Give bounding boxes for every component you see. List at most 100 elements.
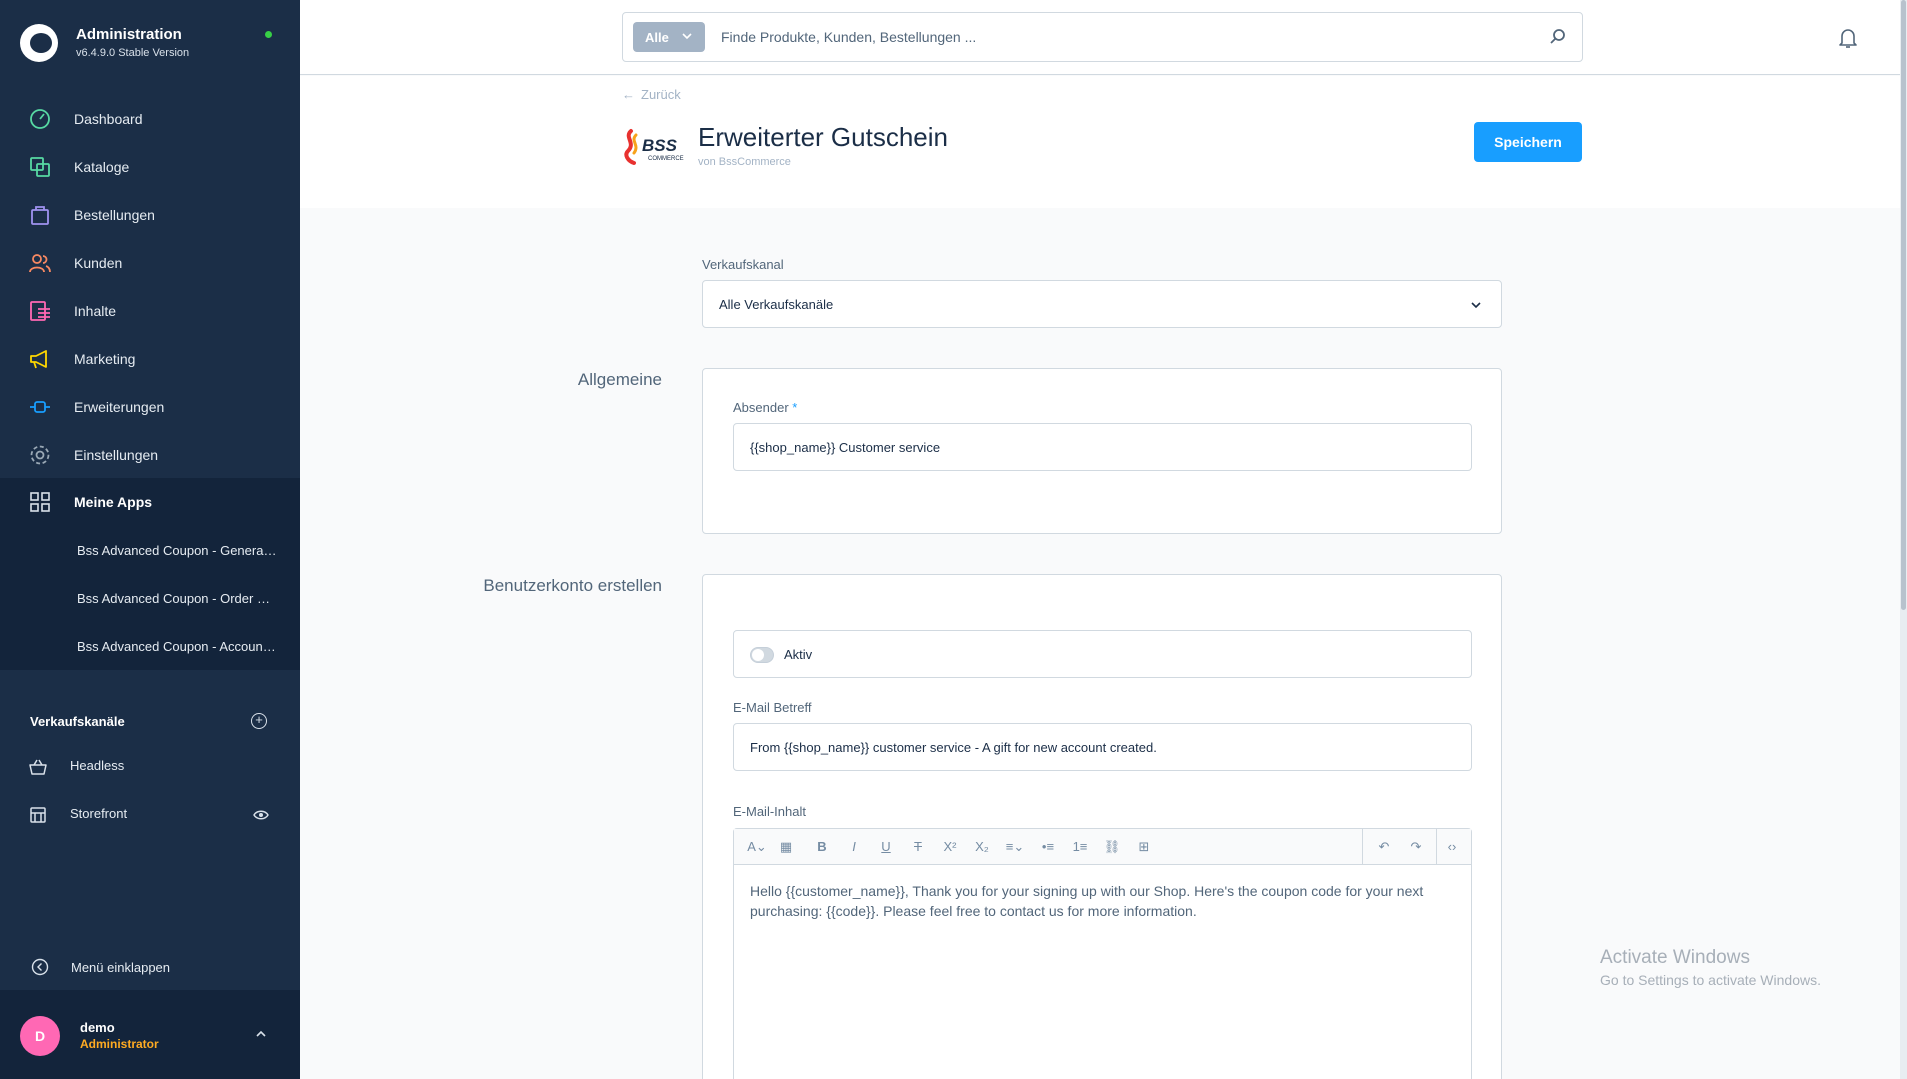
collapse-menu-button[interactable]: Menü einklappen bbox=[0, 950, 300, 984]
unordered-list-icon[interactable]: •≡ bbox=[1038, 837, 1058, 857]
sales-channel-storefront[interactable]: Storefront bbox=[0, 795, 300, 835]
bss-logo: BSS COMMERCE bbox=[622, 127, 688, 169]
subscript-icon[interactable]: X₂ bbox=[972, 837, 992, 857]
megaphone-icon bbox=[28, 347, 52, 371]
sidebar-item-label: Bestellungen bbox=[74, 207, 155, 223]
bold-icon[interactable]: B bbox=[812, 837, 832, 857]
toolbar-separator bbox=[1436, 829, 1437, 865]
back-link[interactable]: ← Zurück bbox=[622, 87, 681, 102]
link-icon[interactable]: ⛓ bbox=[1102, 837, 1122, 857]
general-card: Absender * {{shop_name}} Customer servic… bbox=[702, 368, 1502, 534]
ordered-list-icon[interactable]: 1≡ bbox=[1070, 837, 1090, 857]
sidebar-item-bestellungen[interactable]: Bestellungen bbox=[0, 191, 300, 239]
table-icon[interactable]: ⊞ bbox=[1134, 837, 1154, 857]
chevron-down-icon bbox=[1469, 298, 1483, 317]
sidebar-item-label: Inhalte bbox=[74, 303, 117, 319]
app-item-account[interactable]: Bss Advanced Coupon - Account Configurat… bbox=[77, 639, 277, 654]
grid-icon bbox=[28, 490, 52, 514]
sales-channel-select[interactable]: Alle Verkaufskanäle bbox=[702, 280, 1502, 328]
bss-logo-text: BSS bbox=[642, 136, 678, 155]
editor-toolbar: A⌄ ▦ B I U T X² X₂ ≡⌄ •≡ 1≡ ⛓ ⊞ ↶ ↷ ‹› bbox=[734, 829, 1471, 865]
bell-icon[interactable] bbox=[1836, 26, 1860, 50]
sidebar-item-label: Erweiterungen bbox=[74, 399, 165, 415]
required-marker: * bbox=[792, 400, 798, 415]
sender-input[interactable]: {{shop_name}} Customer service bbox=[733, 423, 1472, 471]
users-icon bbox=[28, 251, 52, 275]
content-icon bbox=[28, 299, 52, 323]
app-version: v6.4.9.0 Stable Version bbox=[76, 47, 190, 59]
gear-icon bbox=[28, 443, 52, 467]
sales-channel-value: Alle Verkaufskanäle bbox=[719, 297, 834, 312]
subject-label: E-Mail Betreff bbox=[733, 700, 812, 715]
app-item-order[interactable]: Bss Advanced Coupon - Order Configuratio… bbox=[77, 591, 277, 606]
sidebar-item-label: Marketing bbox=[74, 351, 136, 367]
basket-icon bbox=[29, 758, 47, 776]
user-role: Administrator bbox=[80, 1037, 159, 1051]
scrollbar-thumb[interactable] bbox=[1901, 0, 1906, 610]
storefront-icon bbox=[29, 806, 47, 824]
subject-input[interactable]: From {{shop_name}} customer service - A … bbox=[733, 723, 1472, 771]
add-sales-channel-icon[interactable]: + bbox=[251, 713, 267, 729]
active-toggle-field: Aktiv bbox=[733, 630, 1472, 678]
account-card: Aktiv E-Mail Betreff From {{shop_name}} … bbox=[702, 574, 1502, 1079]
sales-channel-label: Storefront bbox=[70, 806, 128, 821]
sidebar-header: Administration v6.4.9.0 Stable Version bbox=[0, 0, 300, 88]
sidebar-item-erweiterungen[interactable]: Erweiterungen bbox=[0, 383, 300, 431]
global-search: Alle bbox=[622, 12, 1583, 62]
shopping-bag-icon bbox=[28, 203, 52, 227]
sidebar-item-label: Kunden bbox=[74, 255, 123, 271]
shopware-logo-icon[interactable] bbox=[20, 24, 58, 62]
chevron-up-icon[interactable] bbox=[254, 1027, 268, 1041]
sender-label: Absender * bbox=[733, 400, 797, 415]
sidebar-item-dashboard[interactable]: Dashboard bbox=[0, 95, 300, 143]
save-button[interactable]: Speichern bbox=[1474, 122, 1582, 162]
user-name: demo bbox=[80, 1020, 115, 1035]
sales-channel-headless[interactable]: Headless bbox=[0, 747, 300, 787]
collapse-menu-label: Menü einklappen bbox=[71, 960, 171, 975]
sidebar-item-kataloge[interactable]: Kataloge bbox=[0, 143, 300, 191]
sidebar-item-einstellungen[interactable]: Einstellungen bbox=[0, 431, 300, 479]
sales-channel-label: Verkaufskanal bbox=[702, 257, 784, 272]
user-menu[interactable]: D demo Administrator bbox=[0, 990, 300, 1079]
active-toggle[interactable] bbox=[750, 647, 774, 663]
sidebar-item-inhalte[interactable]: Inhalte bbox=[0, 287, 300, 335]
my-apps-section: Meine Apps Bss Advanced Coupon - General… bbox=[0, 478, 300, 670]
status-dot bbox=[265, 31, 272, 38]
topbar: Alle bbox=[300, 0, 1907, 75]
sender-label-text: Absender bbox=[733, 400, 789, 415]
align-icon[interactable]: ≡⌄ bbox=[1002, 837, 1028, 857]
page-title: Erweiterter Gutschein bbox=[698, 122, 948, 152]
sender-value: {{shop_name}} Customer service bbox=[750, 440, 941, 455]
bss-logo-sub: COMMERCE bbox=[648, 156, 684, 162]
page-subtitle: von BssCommerce bbox=[698, 156, 791, 168]
avatar: D bbox=[20, 1016, 60, 1056]
search-type-select[interactable]: Alle bbox=[633, 22, 705, 52]
text-color-icon[interactable]: ▦ bbox=[776, 837, 796, 857]
chevron-left-circle-icon bbox=[31, 958, 49, 976]
catalog-icon bbox=[28, 155, 52, 179]
strikethrough-icon[interactable]: T bbox=[908, 837, 928, 857]
arrow-left-icon: ← bbox=[622, 87, 635, 102]
app-item-general[interactable]: Bss Advanced Coupon - General Configurat… bbox=[77, 543, 277, 558]
content-label: E-Mail-Inhalt bbox=[733, 804, 806, 819]
superscript-icon[interactable]: X² bbox=[940, 837, 960, 857]
app-title: Administration bbox=[76, 26, 182, 43]
italic-icon[interactable]: I bbox=[844, 837, 864, 857]
redo-icon[interactable]: ↷ bbox=[1406, 837, 1426, 857]
underline-icon[interactable]: U bbox=[876, 837, 896, 857]
search-input[interactable] bbox=[721, 25, 1501, 49]
active-label: Aktiv bbox=[784, 647, 813, 662]
editor-content[interactable]: Hello {{customer_name}}, Thank you for y… bbox=[750, 881, 1450, 921]
toolbar-separator bbox=[1362, 829, 1363, 865]
dashboard-icon bbox=[28, 107, 52, 131]
sidebar-item-kunden[interactable]: Kunden bbox=[0, 239, 300, 287]
sidebar-item-label: Kataloge bbox=[74, 159, 130, 175]
code-view-icon[interactable]: ‹› bbox=[1442, 837, 1462, 857]
sidebar-item-meine-apps[interactable]: Meine Apps bbox=[0, 478, 300, 526]
sales-channels-title: Verkaufskanäle bbox=[30, 714, 125, 729]
text-style-icon[interactable]: A⌄ bbox=[744, 837, 770, 857]
search-icon[interactable] bbox=[1548, 27, 1568, 47]
sidebar-item-marketing[interactable]: Marketing bbox=[0, 335, 300, 383]
undo-icon[interactable]: ↶ bbox=[1374, 837, 1394, 857]
eye-icon[interactable] bbox=[253, 808, 269, 822]
